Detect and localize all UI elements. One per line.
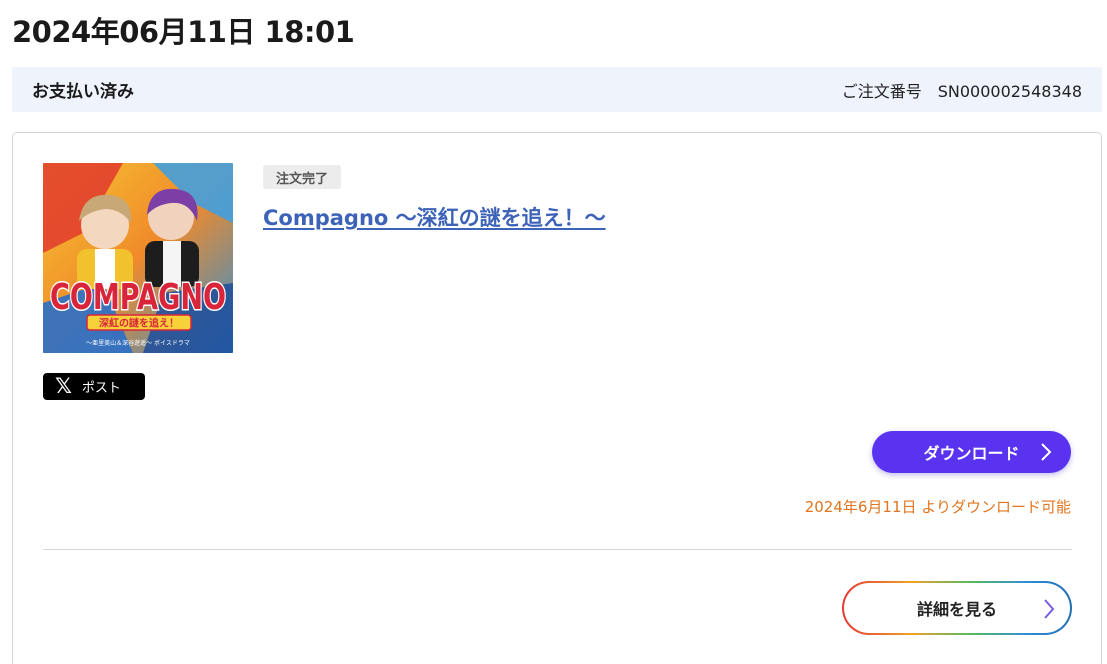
divider: [43, 549, 1072, 550]
order-number-label: ご注文番号: [841, 81, 922, 101]
x-logo-icon: 𝕏: [55, 374, 72, 398]
order-datetime: 2024年06月11日 18:01: [12, 15, 355, 49]
view-details-inner: 詳細を見る: [844, 583, 1070, 633]
cover-logo-text: COMPAGNO: [50, 277, 226, 318]
view-details-button[interactable]: 詳細を見る: [842, 581, 1072, 635]
order-status-bar: お支払い済み ご注文番号 SN000002548348: [12, 67, 1102, 112]
order-number: SN000002548348: [937, 81, 1082, 101]
post-button-label: ポスト: [81, 381, 121, 396]
post-to-x-button[interactable]: 𝕏 ポスト: [43, 373, 145, 400]
download-availability-note: 2024年6月11日 よりダウンロード可能: [804, 498, 1071, 516]
cover-caption-text: 〜亜里美山＆深谷遊遥〜 ボイスドラマ: [86, 339, 190, 347]
download-button[interactable]: ダウンロード: [872, 431, 1071, 473]
payment-status: お支払い済み: [32, 82, 134, 102]
product-title-link[interactable]: Compagno 〜深紅の謎を追え！〜: [263, 202, 606, 232]
cover-subtitle-text: 深紅の謎を追え！: [99, 317, 179, 330]
order-number-row: ご注文番号 SN000002548348: [842, 78, 1082, 102]
view-details-label: 詳細を見る: [916, 600, 997, 619]
chevron-right-icon: [1042, 598, 1056, 624]
order-complete-badge: 注文完了: [263, 165, 342, 189]
order-item-card: COMPAGNO 深紅の謎を追え！ 〜亜里美山＆深谷遊遥〜 ボイスドラマ 𝕏 ポ…: [12, 132, 1102, 664]
product-cover-image[interactable]: COMPAGNO 深紅の謎を追え！ 〜亜里美山＆深谷遊遥〜 ボイスドラマ: [43, 163, 233, 353]
download-button-label: ダウンロード: [923, 444, 1020, 463]
chevron-right-icon: [1039, 442, 1053, 466]
